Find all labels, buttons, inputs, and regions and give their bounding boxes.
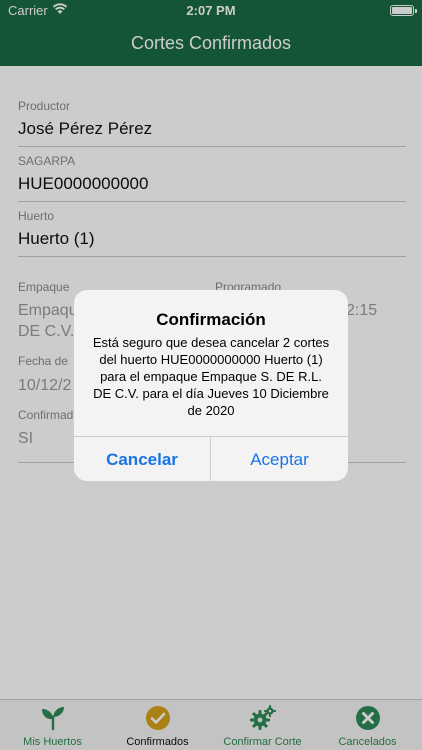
dialog-message: Está seguro que desea cancelar 2 cortes … xyxy=(92,335,330,418)
cancel-button[interactable]: Cancelar xyxy=(74,437,211,481)
dialog-buttons: Cancelar Aceptar xyxy=(74,436,348,481)
accept-button[interactable]: Aceptar xyxy=(211,437,348,481)
dialog-title: Confirmación xyxy=(156,310,266,329)
confirmation-dialog: Confirmación Está seguro que desea cance… xyxy=(74,290,348,481)
